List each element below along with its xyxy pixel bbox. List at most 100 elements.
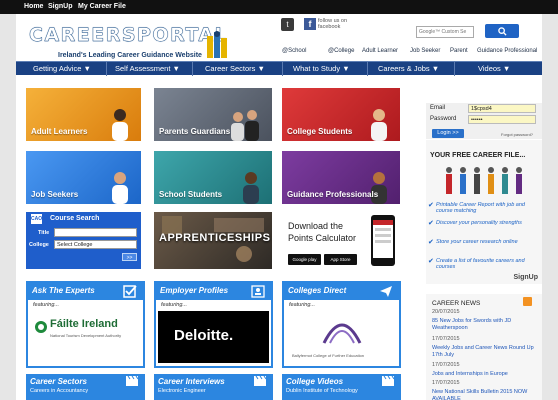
tile-adult-learners[interactable]: Adult Learners	[26, 88, 141, 141]
nav-videos[interactable]: Videos ▼	[478, 64, 510, 73]
tile-college-students[interactable]: College Students	[282, 88, 400, 141]
page-container: CAREERSPORTAL Ireland's Leading Career G…	[16, 14, 542, 400]
nav-divider	[192, 62, 193, 76]
top-bar: Home SignUp My Career File	[0, 0, 558, 14]
nav-what-to-study[interactable]: What to Study ▼	[293, 64, 350, 73]
course-search-box: CAO Course Search Title College Select C…	[26, 212, 141, 269]
signup-link[interactable]: SignUp	[48, 3, 73, 10]
email-field[interactable]: 1$cpsd4	[468, 104, 536, 113]
career-sectors-box[interactable]: Career Sectors Careers in Accountancy	[26, 374, 145, 400]
search-input[interactable]	[416, 26, 474, 38]
email-label: Email	[430, 105, 446, 111]
points-calc-line1: Download the	[288, 221, 344, 231]
login-button[interactable]: Login >>	[432, 129, 464, 138]
facebook-follow-text[interactable]: follow us on facebook	[318, 18, 358, 30]
tile-job-seekers[interactable]: Job Seekers	[26, 151, 141, 204]
bottom-box-subtitle: Careers in Accountancy	[30, 388, 89, 394]
password-field[interactable]: ••••••	[468, 115, 536, 124]
points-calculator-promo[interactable]: Download the Points Calculator Google pl…	[282, 212, 400, 269]
news-headline[interactable]: 85 New Jobs for Swords with JD Weathersp…	[432, 318, 540, 331]
feature-featuring-label: featuring...	[161, 302, 187, 308]
employer-profiles-box[interactable]: Employer Profiles featuring... Deloitte.	[154, 281, 273, 368]
clapperboard-icon	[382, 376, 395, 386]
feature-title: Colleges Direct	[288, 286, 347, 295]
nav-careers-jobs[interactable]: Careers & Jobs ▼	[378, 64, 439, 73]
news-date: 17/07/2015	[432, 362, 460, 368]
tile-label: Guidance Professionals	[287, 190, 379, 199]
home-link[interactable]: Home	[24, 3, 43, 10]
nav-divider	[282, 62, 283, 76]
google-play-badge[interactable]: Google play	[288, 254, 321, 265]
my-career-file-link[interactable]: My Career File	[78, 3, 126, 10]
person-photo-icon	[371, 109, 387, 141]
college-videos-box[interactable]: College Videos Dublin Institute of Techn…	[282, 374, 401, 400]
search-button[interactable]	[485, 24, 519, 38]
news-headline[interactable]: Jobs and Internships in Europe	[432, 371, 540, 378]
points-calc-line2: Points Calculator	[288, 233, 357, 243]
colleges-direct-box[interactable]: Colleges Direct featuring... Ballyfermot…	[282, 281, 401, 368]
checkmark-icon: ✔	[428, 220, 434, 227]
logo-figure-icon	[207, 31, 227, 58]
feature-featuring-label: featuring...	[33, 302, 59, 308]
app-store-badge[interactable]: App Store	[324, 254, 357, 265]
course-title-input[interactable]	[54, 228, 137, 237]
bottom-box-title: Career Sectors	[30, 377, 87, 386]
audience-link-school[interactable]: @School	[282, 48, 306, 54]
college-logo-icon	[322, 323, 362, 344]
nav-career-sectors[interactable]: Career Sectors ▼	[205, 64, 265, 73]
course-search-go-button[interactable]: >>	[122, 253, 137, 261]
tile-parents-guardians[interactable]: Parents Guardians	[154, 88, 272, 141]
password-label: Password	[430, 116, 457, 122]
nav-self-assessment[interactable]: Self Assessment ▼	[115, 64, 180, 73]
college-select[interactable]: Select College	[54, 240, 137, 249]
audience-link-parent[interactable]: Parent	[450, 48, 468, 54]
login-panel: Email 1$cpsd4 Password •••••• Login >> F…	[426, 103, 542, 139]
logo-wordmark: CAREERSPORTAL	[29, 24, 229, 46]
tile-apprenticeships[interactable]: APPRENTICESHIPS	[154, 212, 272, 269]
twitter-icon[interactable]: t	[281, 18, 294, 31]
news-headline[interactable]: Weekly Jobs and Career News Round Up 17t…	[432, 345, 540, 358]
tile-label: Job Seekers	[31, 190, 79, 199]
person-photo-icon	[231, 110, 259, 141]
failte-ireland-logo-icon	[35, 321, 47, 333]
search-icon	[497, 26, 507, 36]
bottom-box-subtitle: Dublin Institute of Technology	[286, 388, 358, 394]
career-news-title: CAREER NEWS	[432, 300, 481, 307]
ask-the-experts-box[interactable]: Ask The Experts featuring... Fáilte Irel…	[26, 281, 145, 368]
college-label: College	[29, 242, 49, 248]
nav-getting-advice[interactable]: Getting Advice ▼	[33, 64, 91, 73]
person-photo-icon	[112, 172, 128, 204]
checkmark-icon: ✔	[428, 202, 434, 209]
feature-title: Ask The Experts	[32, 286, 95, 295]
news-date: 17/07/2015	[432, 380, 460, 386]
career-news-panel: CAREER NEWS 20/07/2015 85 New Jobs for S…	[426, 294, 542, 400]
feature-brand-name: Ballyfermot College of Further Education	[292, 353, 365, 358]
audience-link-adult-learner[interactable]: Adult Learner	[362, 48, 398, 54]
feature-title: Employer Profiles	[160, 286, 229, 295]
audience-link-job-seeker[interactable]: Job Seeker	[410, 48, 440, 54]
bottom-box-title: Career Interviews	[158, 377, 225, 386]
audience-link-guidance-professional[interactable]: Guidance Professional	[477, 48, 537, 54]
logo-tagline: Ireland's Leading Career Guidance Websit…	[58, 52, 202, 59]
career-file-feature: Create a list of favourite careers and c…	[436, 258, 525, 270]
tile-label: Adult Learners	[31, 127, 88, 136]
news-headline[interactable]: New National Skills Bulletin 2015 NOW AV…	[432, 389, 540, 400]
feature-featuring-label: featuring...	[289, 302, 315, 308]
clapperboard-icon	[254, 376, 267, 386]
people-group-icon	[446, 167, 522, 194]
audience-link-college[interactable]: @College	[328, 48, 354, 54]
tile-school-students[interactable]: School Students	[154, 151, 272, 204]
feature-brand-name: Fáilte Ireland	[50, 318, 118, 330]
career-interviews-box[interactable]: Career Interviews Electronic Engineer	[154, 374, 273, 400]
career-file-title: YOUR FREE CAREER FILE...	[430, 152, 526, 159]
profile-card-icon	[251, 285, 265, 298]
career-file-signup-link[interactable]: SignUp	[514, 274, 539, 281]
person-photo-icon	[112, 109, 128, 141]
cao-logo: CAO	[31, 214, 43, 224]
tile-guidance-professionals[interactable]: Guidance Professionals	[282, 151, 400, 204]
main-nav: Getting Advice ▼ Self Assessment ▼ Caree…	[16, 61, 542, 76]
phone-icon	[371, 215, 395, 266]
facebook-icon[interactable]: f	[304, 18, 316, 30]
rss-icon[interactable]	[523, 297, 532, 306]
forgot-password-link[interactable]: Forgot password?	[501, 132, 533, 137]
